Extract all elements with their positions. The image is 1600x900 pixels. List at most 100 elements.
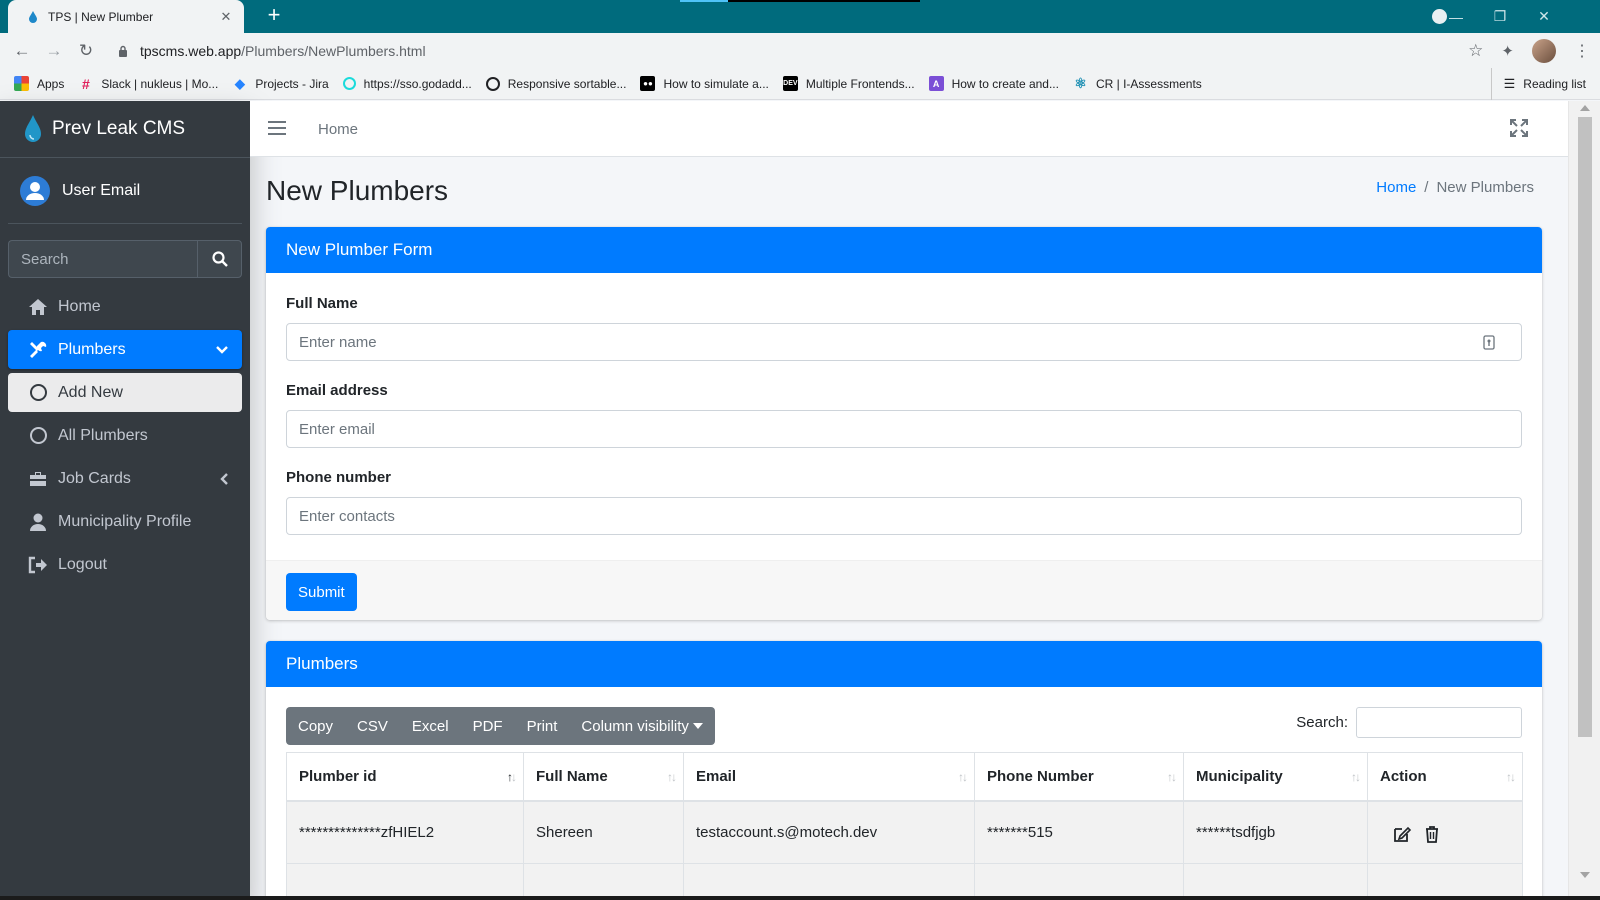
bookmark-codepen[interactable]: Responsive sortable... [485,76,626,91]
column-header-phone-number[interactable]: Phone Number ↑↓ [974,752,1184,802]
fullscreen-expand-icon[interactable] [1510,119,1528,137]
sidebar-item-add-new[interactable]: Add New [8,373,242,412]
profile-avatar[interactable] [1532,38,1556,63]
toolbox-icon [28,469,48,489]
column-header-label: Municipality [1196,767,1283,785]
reading-list-label: Reading list [1523,77,1586,91]
csv-button[interactable]: CSV [345,707,400,745]
pdf-button[interactable]: PDF [461,707,515,745]
minimize-icon[interactable]: — [1434,0,1478,33]
bookmarks-bar: Apps # Slack | nukleus | Mo... ◆ Projects … [0,68,1600,100]
full-name-group: Full Name Enter name [286,295,1522,361]
sidebar-item-label: Plumbers [58,340,126,358]
page-scrollbar[interactable] [1568,101,1600,900]
column-header-label: Action [1380,767,1427,785]
tools-icon [28,340,48,360]
email-placeholder: Enter email [299,420,375,438]
scroll-down-arrow-icon[interactable] [1580,872,1590,878]
email-label: Email address [286,382,388,399]
main-content: Home New Plumbers Home / New Plumbers Ne… [250,101,1568,900]
sort-icon: ↑↓ [1351,770,1361,784]
sidebar-item-municipality-profile[interactable]: Municipality Profile [8,502,242,541]
tab-close-icon[interactable]: ✕ [218,9,234,25]
user-panel[interactable]: User Email [8,158,242,224]
bookmark-slack[interactable]: # Slack | nukleus | Mo... [78,75,219,92]
sidebar-search-button[interactable] [197,240,242,278]
bookmark-star-icon[interactable]: ☆ [1468,41,1483,61]
full-name-label: Full Name [286,295,358,312]
sidebar-item-label: Home [58,297,101,315]
bookmark-medium[interactable]: ●● How to simulate a... [640,76,769,91]
email-input[interactable]: Enter email [286,410,1522,448]
scroll-up-arrow-icon[interactable] [1580,105,1590,111]
new-tab-button[interactable]: + [262,4,286,28]
menu-kebab-icon[interactable]: ⋮ [1574,41,1590,61]
user-avatar-icon [20,175,50,206]
reading-list-button[interactable]: ☰ Reading list [1490,68,1586,100]
sort-icon: ↑↓ [667,770,677,784]
bookmark-cr[interactable]: ⚛ CR | I-Assessments [1073,75,1202,91]
chevron-left-icon [220,459,228,498]
copy-button[interactable]: Copy [286,707,345,745]
bookmark-azure[interactable]: A How to create and... [928,76,1059,91]
bookmark-dev[interactable]: DEV Multiple Frontends... [782,76,915,91]
forward-icon[interactable]: → [38,35,70,67]
sort-icon: ↑↓ [1506,770,1516,784]
autofill-key-icon[interactable] [1483,335,1495,350]
slack-icon: # [81,75,90,92]
excel-button[interactable]: Excel [400,707,461,745]
godaddy-icon [342,77,356,90]
window-close-icon[interactable]: ✕ [1522,0,1566,33]
sidebar-search-input[interactable]: Search [8,240,197,278]
brand-link[interactable]: Prev Leak CMS [0,101,250,158]
topnav-home-link[interactable]: Home [318,101,358,157]
codepen-icon [485,76,500,91]
column-header-email[interactable]: Email ↑↓ [683,752,975,802]
bookmark-label: Slack | nukleus | Mo... [101,76,219,91]
azure-icon: A [928,76,944,91]
sidebar-item-all-plumbers[interactable]: All Plumbers [8,416,242,455]
browser-tab[interactable]: TPS | New Plumber ✕ [8,0,244,33]
scrollbar-thumb[interactable] [1578,117,1592,737]
bookmark-label: Multiple Frontends... [805,76,915,91]
sidebar-item-job-cards[interactable]: Job Cards [8,459,242,498]
column-header-plumber-id[interactable]: Plumber id ↑↓ [286,752,524,802]
edit-icon[interactable] [1392,824,1412,844]
extensions-icon[interactable]: ✦ [1501,42,1514,60]
water-drop-icon [29,10,37,23]
back-icon[interactable]: ← [6,35,38,67]
column-header-label: Full Name [536,767,608,785]
tab-strip-indicator-accent [680,0,728,2]
submit-button[interactable]: Submit [286,573,357,611]
bookmark-jira[interactable]: ◆ Projects - Jira [232,76,329,91]
full-name-input[interactable]: Enter name [286,323,1522,361]
column-header-full-name[interactable]: Full Name ↑↓ [523,752,684,802]
column-header-municipality[interactable]: Municipality ↑↓ [1183,752,1368,802]
print-button[interactable]: Print [515,707,570,745]
bookmark-apps[interactable]: Apps [14,76,64,91]
lock-icon [119,45,127,57]
sidebar-item-home[interactable]: Home [8,287,242,326]
reload-icon[interactable]: ↻ [70,35,102,67]
column-visibility-button[interactable]: Column visibility [569,707,715,745]
phone-input[interactable]: Enter contacts [286,497,1522,535]
restore-icon[interactable]: ❐ [1478,0,1522,33]
bookmark-label: https://sso.godadd... [363,76,472,91]
breadcrumb-home-link[interactable]: Home [1376,179,1416,196]
cell-full-name: Shereen [523,800,684,864]
phone-group: Phone number Enter contacts [286,469,1522,535]
sidebar-item-logout[interactable]: Logout [8,545,242,584]
trash-icon[interactable] [1422,824,1442,844]
bookmark-godaddy[interactable]: https://sso.godadd... [342,76,472,91]
table-search-input[interactable] [1356,707,1522,738]
table-cell [523,863,684,900]
full-name-placeholder: Enter name [299,333,377,351]
hamburger-menu-icon[interactable] [268,119,286,137]
column-header-action[interactable]: Action ↑↓ [1367,752,1523,802]
table-row [286,863,1523,900]
url-bar[interactable]: tpscms.web.app/Plumbers/NewPlumbers.html [108,36,1458,65]
email-group: Email address Enter email [286,382,1522,448]
form-card-header: New Plumber Form [266,227,1542,273]
sidebar-item-plumbers[interactable]: Plumbers [8,330,242,369]
top-navbar: Home [250,101,1568,157]
